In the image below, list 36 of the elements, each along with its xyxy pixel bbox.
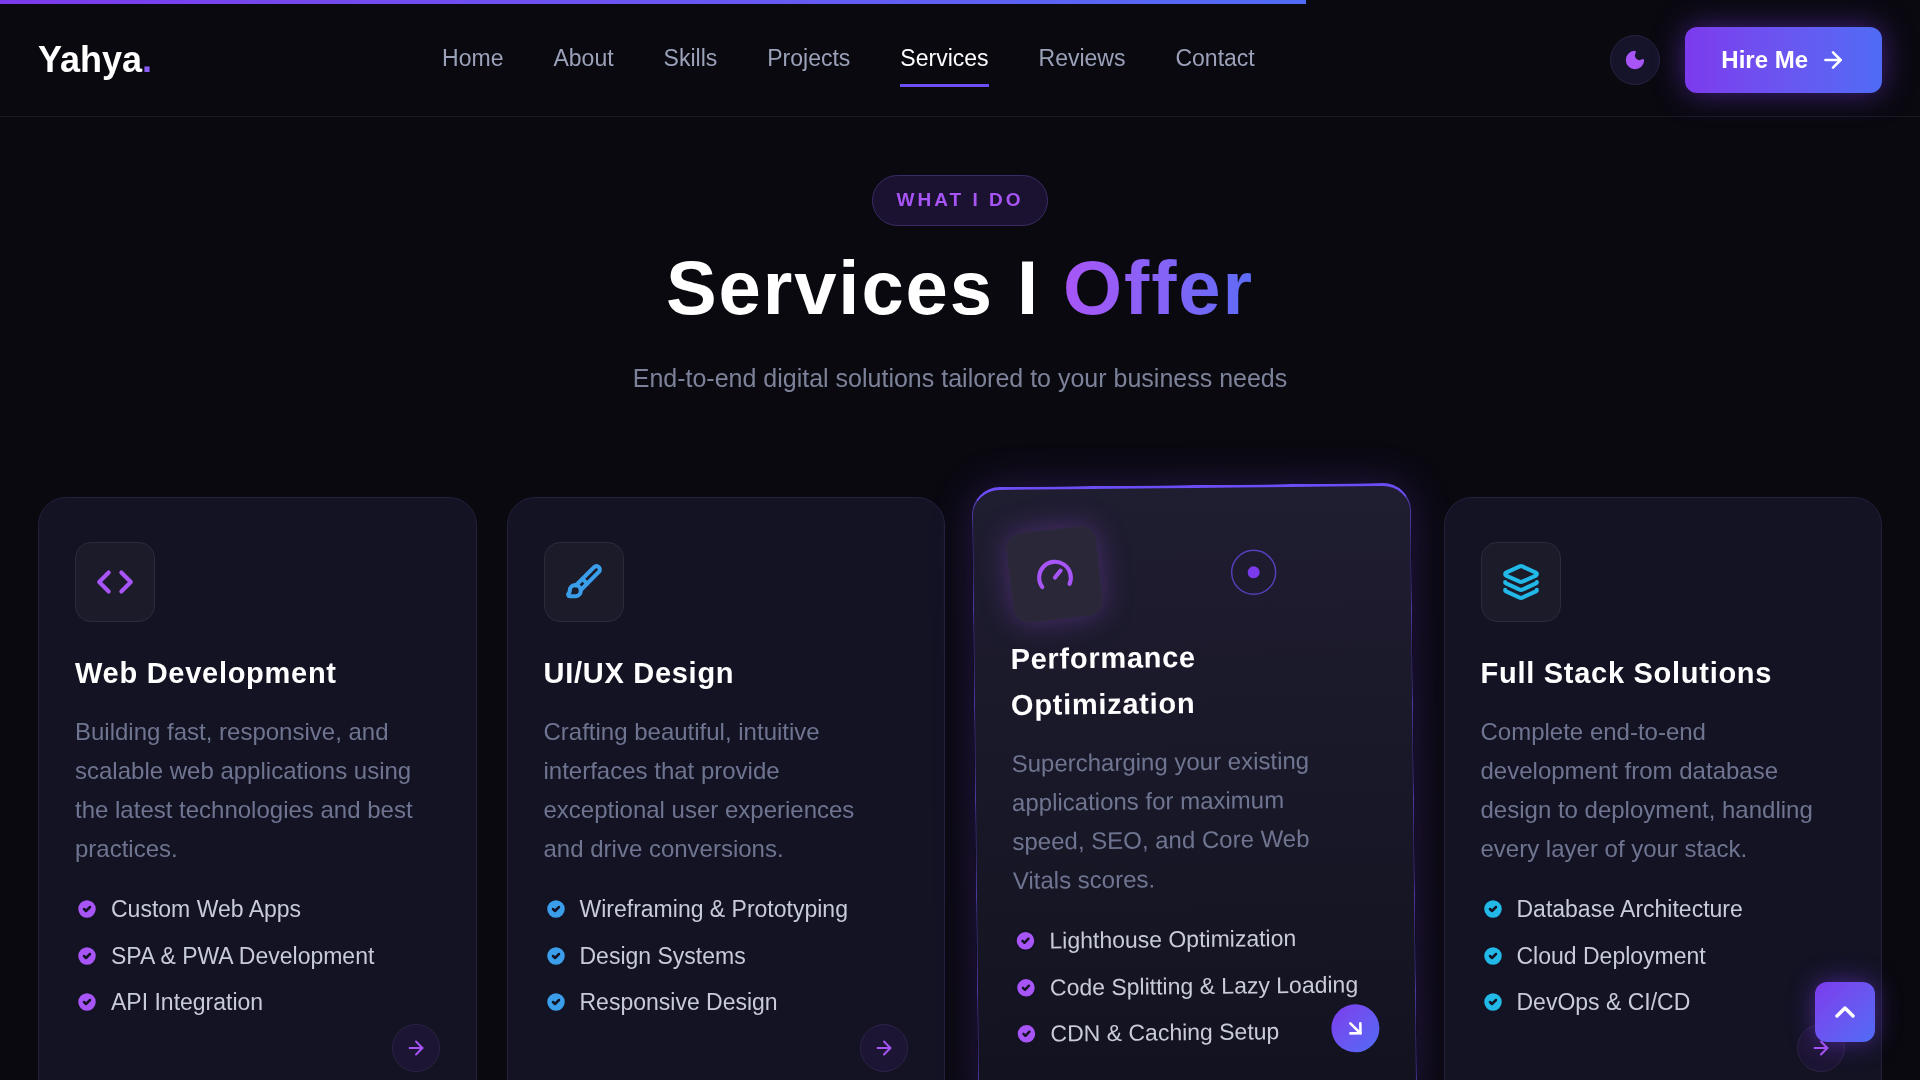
feature-text: Responsive Design — [579, 988, 778, 1017]
nav-link[interactable]: Projects — [767, 33, 851, 87]
feature-text: Custom Web Apps — [111, 895, 302, 924]
service-description: Supercharging your existing applications for maximum speed, SEO, and Core Web Vitals scores. — [1011, 745, 1311, 896]
service-description: Crafting beautiful, intuitive interfaces that provide exceptional user experiences and drive conversions. — [543, 717, 856, 864]
nav-link[interactable]: Contact — [1175, 33, 1255, 87]
service-description: Complete end-to-end development from database design to deployment, handling every layer of your stack. — [1480, 717, 1814, 864]
feature-text: DevOps & CI/CD — [1516, 988, 1691, 1017]
hire-me-button[interactable]: Hire Me — [1685, 27, 1882, 93]
logo[interactable]: Yahya. — [38, 33, 153, 87]
section-badge: WHAT I DO — [871, 175, 1049, 226]
service-title: Performance Optimization — [1010, 640, 1197, 723]
feature-text: Database Architecture — [1516, 895, 1743, 924]
nav-link[interactable]: Skills — [663, 33, 718, 87]
service-title: Web Development — [75, 656, 338, 691]
section-subtitle: End-to-end digital solutions tailored to your business needs — [632, 362, 1288, 394]
scroll-to-top-button[interactable] — [1815, 982, 1875, 1042]
feature-text: Lighthouse Optimization — [1049, 923, 1297, 956]
feature-text: Code Splitting & Lazy Loading — [1049, 969, 1359, 1002]
nav-link[interactable]: Reviews — [1038, 33, 1126, 87]
theme-toggle-button[interactable] — [1610, 35, 1661, 85]
section-title: Services I Offer — [665, 249, 1254, 326]
feature-text: Cloud Deployment — [1516, 941, 1706, 971]
feature-text: API Integration — [111, 988, 264, 1017]
feature-text: Wireframing & Prototyping — [579, 895, 848, 924]
feature-text: SPA & PWA Development — [111, 941, 375, 971]
target-icon — [1229, 548, 1278, 597]
nav-link[interactable]: About — [553, 33, 614, 87]
nav-link[interactable]: Services — [900, 33, 989, 87]
nav-link[interactable]: Home — [442, 33, 504, 87]
service-title: Full Stack Solutions — [1480, 656, 1774, 691]
service-title: UI/UX Design — [543, 656, 736, 691]
service-description: Building fast, responsive, and scalable web applications using the latest technologies and best practices. — [75, 717, 414, 864]
moon-icon — [1624, 49, 1647, 71]
feature-text: Design Systems — [579, 941, 746, 971]
feature-text: CDN & Caching Setup — [1050, 1017, 1280, 1049]
